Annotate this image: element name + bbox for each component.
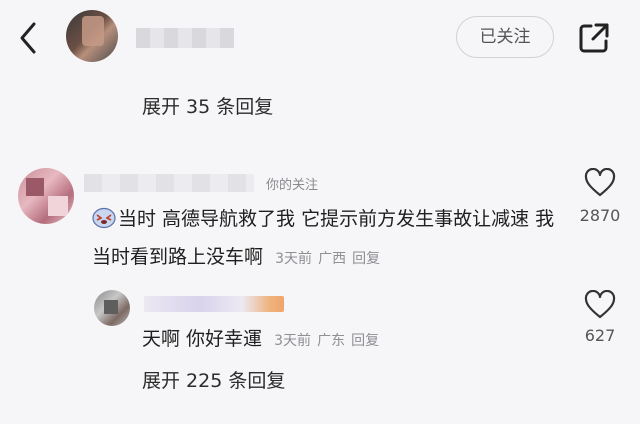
replier-name-blurred: [144, 296, 284, 312]
author-avatar[interactable]: [66, 10, 118, 62]
reply-location: 广东: [317, 333, 346, 349]
crying-face-icon: [92, 207, 116, 228]
expand-more-replies-link[interactable]: 展开 225 条回复: [142, 366, 285, 393]
comment-time: 3天前: [275, 251, 313, 267]
reply-time: 3天前: [274, 333, 312, 349]
comment-like-count: 2870: [579, 206, 621, 225]
reply-text: 天啊 你好幸運: [142, 328, 263, 350]
replier-avatar[interactable]: [94, 290, 130, 326]
heart-icon[interactable]: [584, 290, 616, 320]
share-external-icon[interactable]: [576, 20, 612, 56]
following-button[interactable]: 已关注: [456, 16, 554, 58]
comment-reply-button[interactable]: 回复: [352, 251, 380, 267]
commenter-avatar[interactable]: [18, 168, 74, 224]
comment-body: 当时 高德导航救了我 它提示前方发生事故让减速 我当时看到路上没车啊 3天前 广…: [92, 200, 572, 278]
commenter-name-blurred: [84, 174, 254, 192]
back-chevron-icon[interactable]: [14, 18, 44, 58]
reply-reply-button[interactable]: 回复: [351, 333, 379, 349]
reply-body: 天啊 你好幸運 3天前 广东 回复: [142, 324, 379, 351]
reply-like-count: 627: [584, 326, 616, 345]
author-name-blurred: [136, 28, 234, 48]
comment-location: 广西: [318, 251, 347, 267]
following-tag: 你的关注: [266, 178, 319, 193]
expand-replies-link[interactable]: 展开 35 条回复: [142, 92, 273, 119]
heart-icon[interactable]: [584, 168, 616, 198]
